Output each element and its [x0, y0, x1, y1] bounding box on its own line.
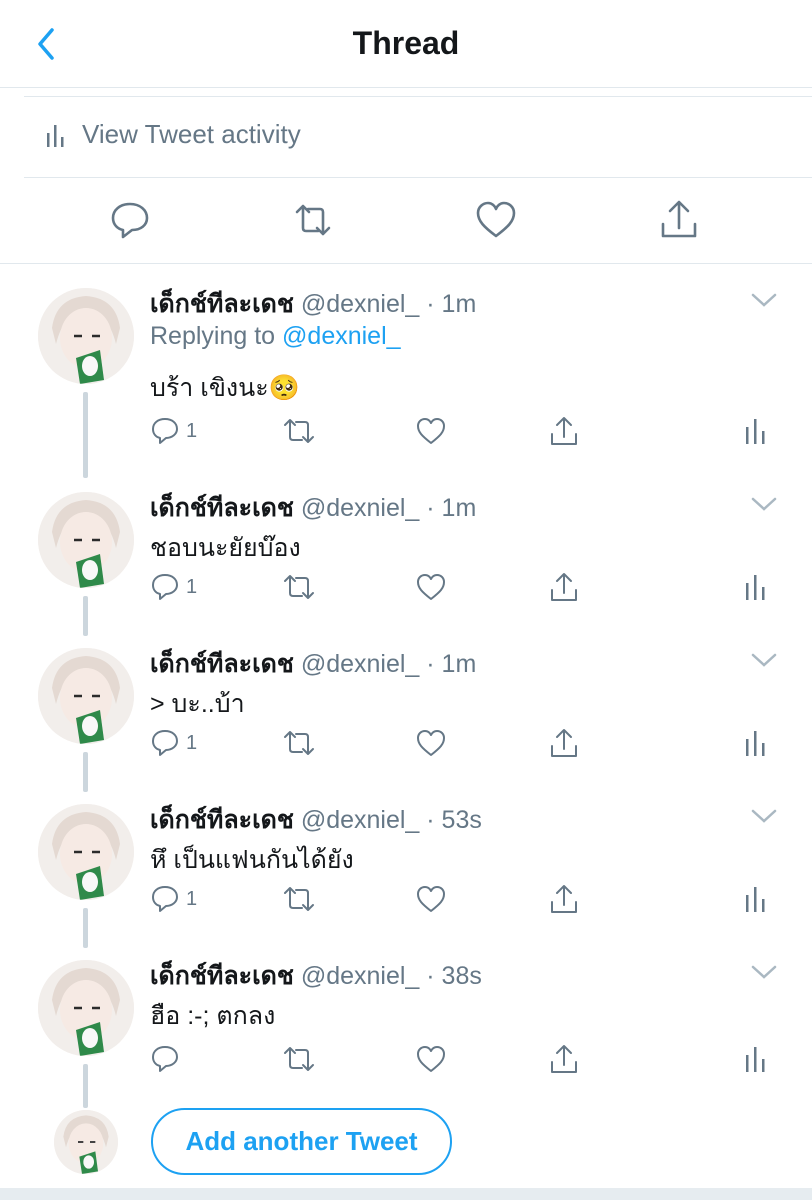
replying-mention[interactable]: @dexniel_	[282, 322, 401, 350]
top-bar: Thread	[0, 0, 812, 88]
tweet-header: เด็กช์ทีละเดช @dexniel_ · 1m	[150, 284, 476, 324]
display-name[interactable]: เด็กช์ทีละเดช	[150, 806, 294, 834]
tweet-actions: 1	[0, 728, 812, 764]
share-icon[interactable]	[548, 416, 580, 448]
chevron-down-icon[interactable]	[750, 290, 778, 310]
like-icon[interactable]	[474, 198, 518, 242]
retweet-icon[interactable]	[282, 1044, 316, 1074]
chevron-down-icon[interactable]	[750, 650, 778, 670]
tweet-header: เด็กช์ทีละเดช @dexniel_ · 53s	[150, 800, 482, 840]
reply-icon[interactable]	[108, 198, 152, 242]
bottom-divider	[0, 1188, 812, 1200]
handle-time: @dexniel_ · 1m	[300, 650, 477, 678]
tweet-text: > บะ..บ้า	[150, 690, 245, 718]
display-name[interactable]: เด็กช์ทีละเดช	[150, 650, 294, 678]
handle-time: @dexniel_ · 1m	[300, 494, 477, 522]
tweet-text: ฮือ :-; ตกลง	[150, 1002, 276, 1030]
tweet-text: บร้า เขิงนะ🥺	[150, 374, 300, 402]
tweet-item[interactable]: เด็กช์ทีละเดช @dexniel_ · 1m Replying to…	[0, 264, 812, 478]
like-icon[interactable]	[415, 572, 447, 602]
display-name[interactable]: เด็กช์ทีละเดช	[150, 962, 294, 990]
handle-time: @dexniel_ · 53s	[300, 806, 482, 834]
reply-icon[interactable]	[150, 1044, 180, 1074]
tweet-item[interactable]: เด็กช์ทีละเดช @dexniel_ · 38s ฮือ :-; ตก…	[0, 936, 812, 1108]
analytics-icon[interactable]	[744, 728, 768, 758]
retweet-icon[interactable]	[291, 198, 335, 242]
retweet-icon[interactable]	[282, 416, 316, 446]
replying-prefix: Replying to	[150, 322, 283, 350]
chevron-down-icon[interactable]	[750, 962, 778, 982]
like-icon[interactable]	[415, 1044, 447, 1074]
display-name[interactable]: เด็กช์ทีละเดช	[150, 494, 294, 522]
tweet-header: เด็กช์ทีละเดช @dexniel_ · 1m	[150, 488, 476, 528]
view-tweet-activity-row[interactable]: View Tweet activity	[24, 96, 812, 178]
like-icon[interactable]	[415, 728, 447, 758]
reply-count: 1	[186, 888, 198, 910]
reply-count: 1	[186, 420, 198, 442]
tweet-header: เด็กช์ทีละเดช @dexniel_ · 38s	[150, 956, 482, 996]
chevron-down-icon[interactable]	[750, 494, 778, 514]
analytics-icon[interactable]	[744, 884, 768, 914]
replying-to: Replying to @dexniel_	[150, 322, 401, 351]
analytics-icon[interactable]	[744, 416, 768, 446]
page-title: Thread	[352, 25, 460, 61]
avatar[interactable]	[38, 960, 134, 1056]
tweet-text: ชอบนะยัยบ๊อง	[150, 534, 301, 562]
share-icon[interactable]	[548, 572, 580, 604]
display-name[interactable]: เด็กช์ทีละเดช	[150, 290, 294, 318]
retweet-icon[interactable]	[282, 728, 316, 758]
reply-icon[interactable]	[150, 728, 180, 758]
share-icon[interactable]	[548, 884, 580, 916]
like-icon[interactable]	[415, 416, 447, 446]
add-tweet-row: Add another Tweet	[0, 1098, 812, 1190]
handle-time: @dexniel_ · 38s	[300, 962, 482, 990]
chevron-down-icon[interactable]	[750, 806, 778, 826]
reply-icon[interactable]	[150, 884, 180, 914]
tweet-item[interactable]: เด็กช์ทีละเดช @dexniel_ · 1m ชอบนะยัยบ๊อ…	[0, 468, 812, 636]
handle-time: @dexniel_ · 1m	[300, 290, 477, 318]
tweet-item[interactable]: เด็กช์ทีละเดช @dexniel_ · 53s หึ เป็นแฟน…	[0, 780, 812, 948]
share-icon[interactable]	[548, 728, 580, 760]
analytics-icon[interactable]	[744, 1044, 768, 1074]
tweet-actions	[0, 1044, 812, 1080]
tweet-item[interactable]: เด็กช์ทีละเดช @dexniel_ · 1m > บะ..บ้า 1	[0, 624, 812, 792]
add-another-tweet-button[interactable]: Add another Tweet	[151, 1108, 452, 1175]
view-tweet-activity-label: View Tweet activity	[82, 119, 301, 149]
analytics-icon[interactable]	[744, 572, 768, 602]
tweet-actions: 1	[0, 416, 812, 452]
reply-icon[interactable]	[150, 572, 180, 602]
reply-count: 1	[186, 576, 198, 598]
share-icon[interactable]	[657, 198, 701, 242]
avatar[interactable]	[38, 288, 134, 384]
tweet-header: เด็กช์ทีละเดช @dexniel_ · 1m	[150, 644, 476, 684]
analytics-icon	[47, 125, 64, 147]
retweet-icon[interactable]	[282, 884, 316, 914]
reply-icon[interactable]	[150, 416, 180, 446]
tweet-actions: 1	[0, 884, 812, 920]
reply-count: 1	[186, 732, 198, 754]
tweet-text: หึ เป็นแฟนกันได้ยัง	[150, 846, 354, 874]
share-icon[interactable]	[548, 1044, 580, 1076]
avatar	[54, 1110, 118, 1174]
main-tweet-actions	[0, 178, 812, 264]
tweet-actions: 1	[0, 572, 812, 608]
retweet-icon[interactable]	[282, 572, 316, 602]
like-icon[interactable]	[415, 884, 447, 914]
